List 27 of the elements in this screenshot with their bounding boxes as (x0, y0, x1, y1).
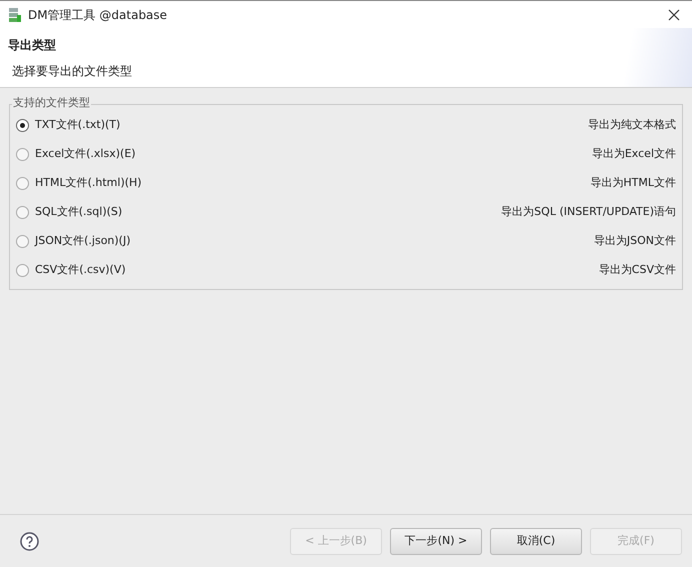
file-type-description: 导出为纯文本格式 (588, 117, 676, 134)
file-type-description: 导出为HTML文件 (590, 175, 676, 192)
page-subtitle: 选择要导出的文件类型 (11, 63, 133, 80)
option-label[interactable]: HTML文件(.html)(H) (35, 175, 142, 192)
close-icon[interactable] (668, 8, 680, 20)
radio-button[interactable] (16, 119, 29, 132)
radio-button[interactable] (16, 148, 29, 161)
file-type-description: 导出为JSON文件 (594, 233, 676, 250)
window-title: DM管理工具 @database (28, 6, 168, 24)
option-label[interactable]: Excel文件(.xlsx)(E) (35, 146, 136, 163)
file-type-description: 导出为SQL (INSERT/UPDATE)语句 (501, 204, 676, 220)
option-label[interactable]: TXT文件(.txt)(T) (35, 117, 120, 134)
option-label[interactable]: CSV文件(.csv)(V) (35, 262, 126, 279)
file-type-description: 导出为Excel文件 (592, 146, 676, 162)
radio-button[interactable] (16, 264, 29, 277)
option-label[interactable]: SQL文件(.sql)(S) (35, 204, 122, 221)
file-type-description: 导出为CSV文件 (598, 262, 676, 278)
database-icon (8, 6, 22, 22)
help-icon[interactable] (20, 532, 39, 550)
group-legend: 支持的文件类型 (12, 97, 91, 108)
radio-button[interactable] (16, 177, 29, 190)
page-title: 导出类型 (8, 37, 57, 54)
radio-button[interactable] (16, 206, 29, 219)
option-label[interactable]: JSON文件(.json)(J) (35, 233, 131, 250)
wizard-button[interactable]: 下一步(N) > (390, 528, 482, 554)
wizard-button[interactable]: 取消(C) (490, 528, 582, 554)
radio-button[interactable] (16, 235, 29, 248)
